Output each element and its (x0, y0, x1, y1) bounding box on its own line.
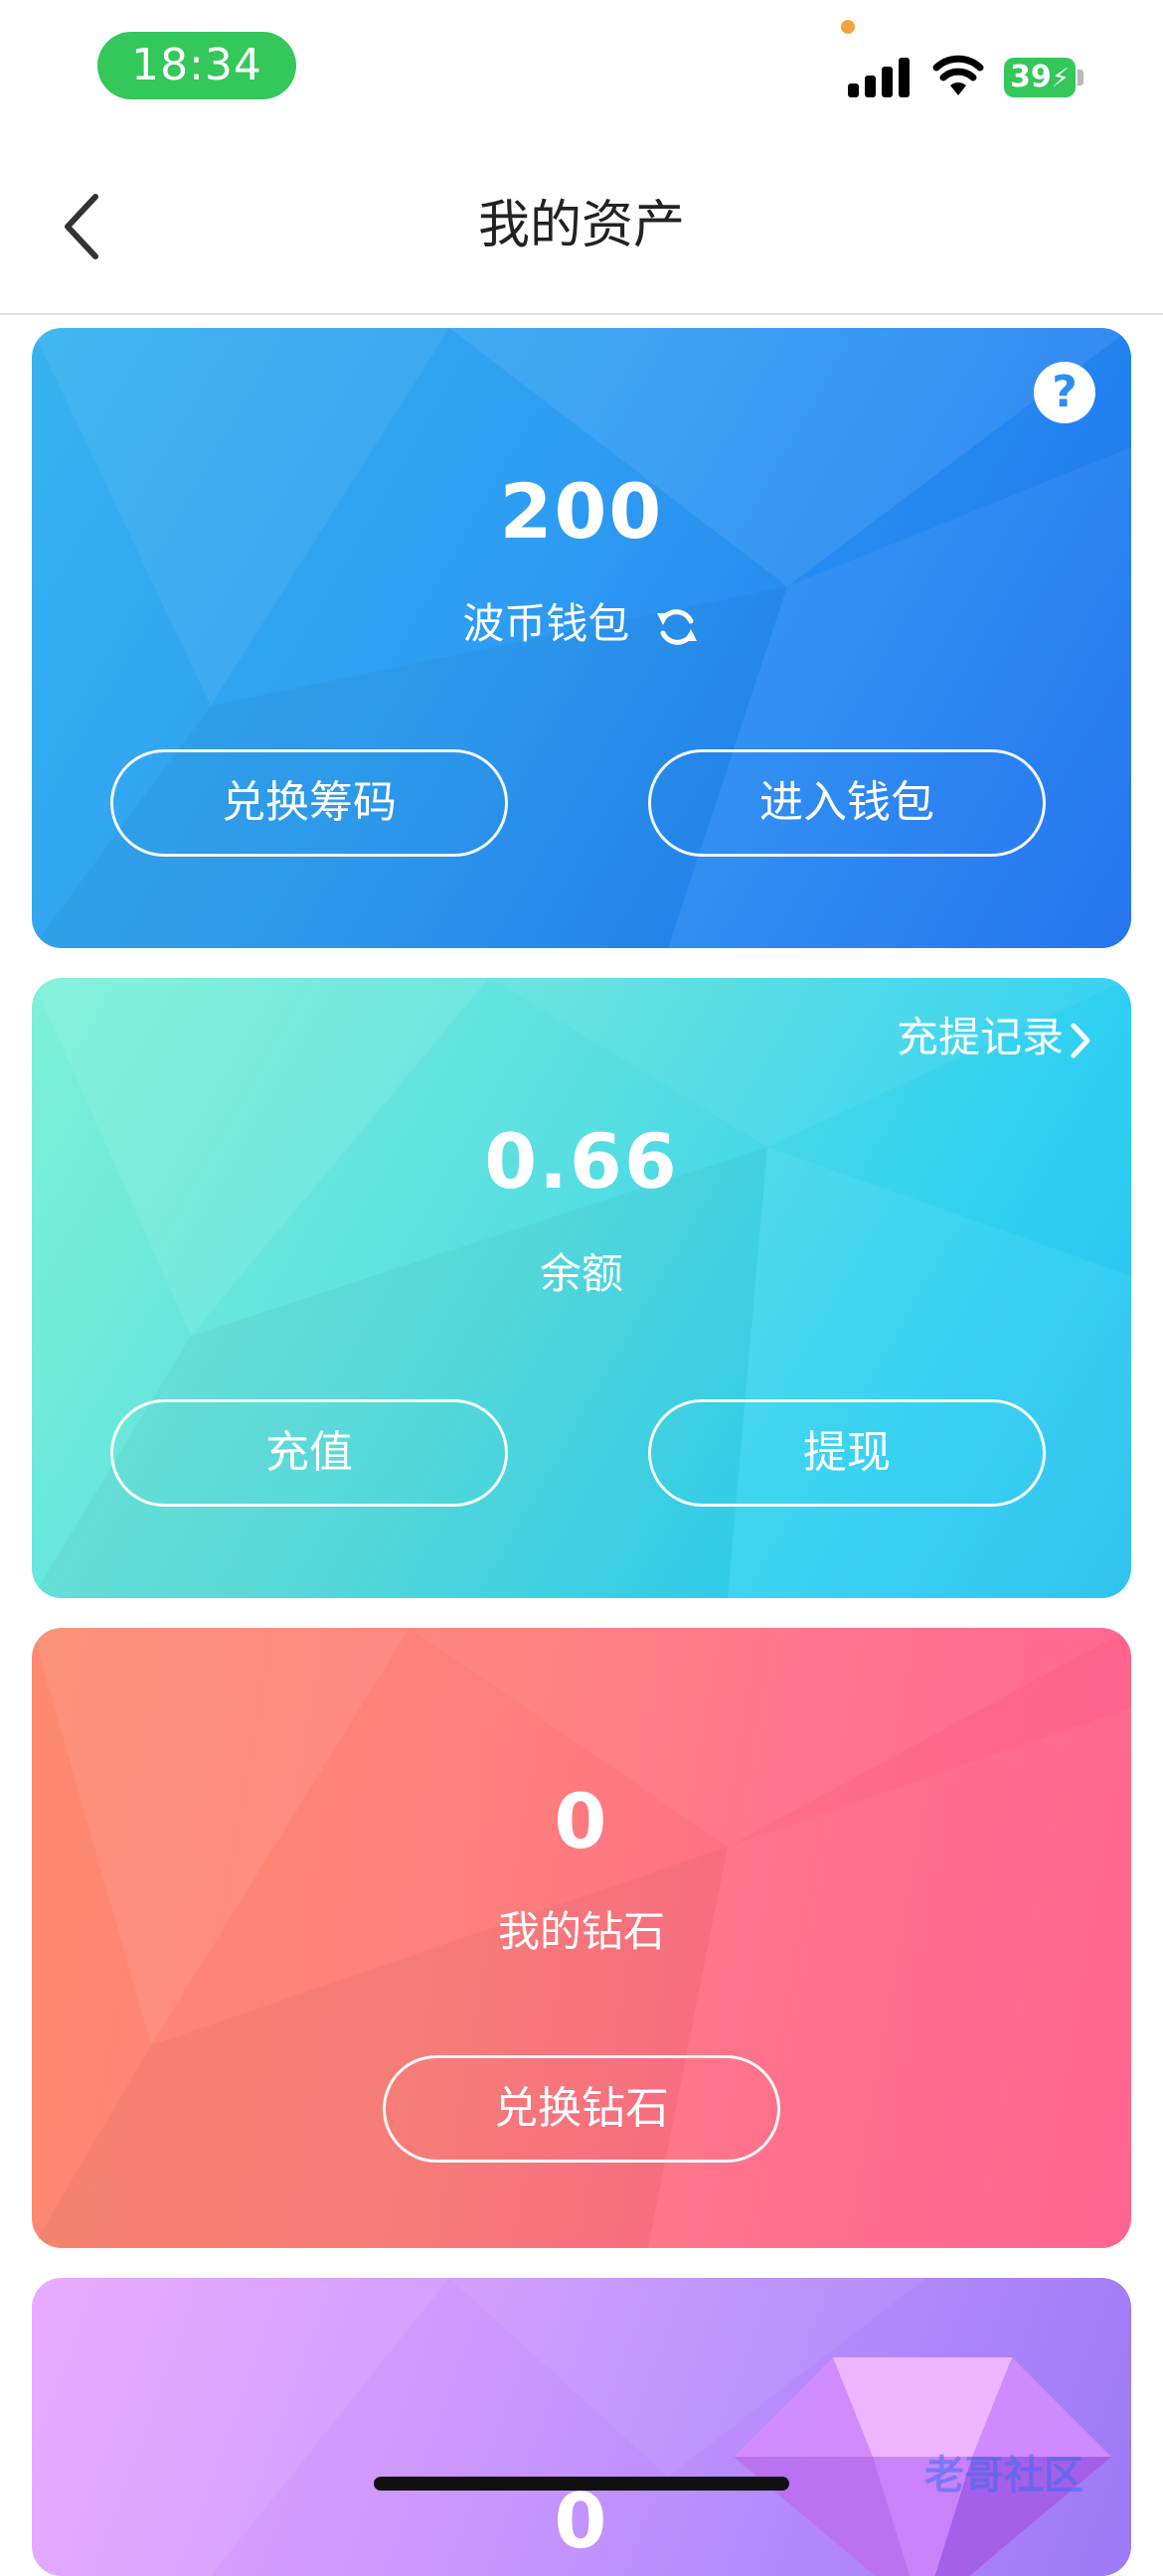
exchange-chips-button[interactable]: 兑换筹码 (110, 749, 508, 857)
home-indicator (374, 2477, 789, 2491)
diamond-card: 0 我的钻石 兑换钻石 (32, 1628, 1131, 2248)
charging-bolt-icon: ⚡ (1051, 64, 1071, 93)
records-link-label: 充提记录 (896, 1013, 1064, 1061)
battery-icon: 39⚡ (1004, 58, 1076, 97)
wallet-label-row: 波币钱包 (32, 590, 1131, 651)
balance-value: 0.66 (484, 1117, 679, 1206)
balance-label: 余额 (539, 1249, 623, 1298)
wallet-balance-value: 200 (499, 467, 664, 556)
help-icon[interactable]: ? (1034, 362, 1095, 423)
navigation-bar: 我的资产 (0, 139, 1163, 315)
wallet-card: ? 200 波币钱包 兑换筹码 进入钱包 (32, 328, 1131, 948)
recharge-button[interactable]: 充值 (110, 1399, 508, 1507)
status-time: 18:34 (97, 32, 296, 99)
diamond-label: 我的钻石 (497, 1907, 665, 1956)
page-title: 我的资产 (477, 196, 685, 255)
enter-wallet-button[interactable]: 进入钱包 (648, 749, 1046, 857)
gem-card: 0 (32, 2278, 1131, 2576)
back-button[interactable] (50, 187, 119, 266)
refresh-icon[interactable] (653, 603, 701, 651)
withdraw-button[interactable]: 提现 (648, 1399, 1046, 1507)
recharge-withdraw-records-link[interactable]: 充提记录 (897, 1010, 1091, 1065)
privacy-indicator-dot (841, 20, 855, 34)
diamond-value: 0 (554, 1777, 609, 1865)
watermark-logo: 老哥社区 (924, 2453, 1083, 2498)
status-bar: 18:34 39⚡ (0, 0, 1163, 139)
balance-card: 充提记录 0.66 余额 充值 提现 (32, 978, 1131, 1598)
exchange-diamonds-button[interactable]: 兑换钻石 (383, 2055, 780, 2163)
battery-tip (1078, 70, 1083, 85)
cellular-signal-icon (848, 56, 910, 97)
chevron-right-icon (1071, 1023, 1090, 1057)
wifi-icon (932, 55, 984, 95)
wallet-label: 波币钱包 (462, 599, 630, 648)
battery-level: 39 (1010, 60, 1052, 94)
